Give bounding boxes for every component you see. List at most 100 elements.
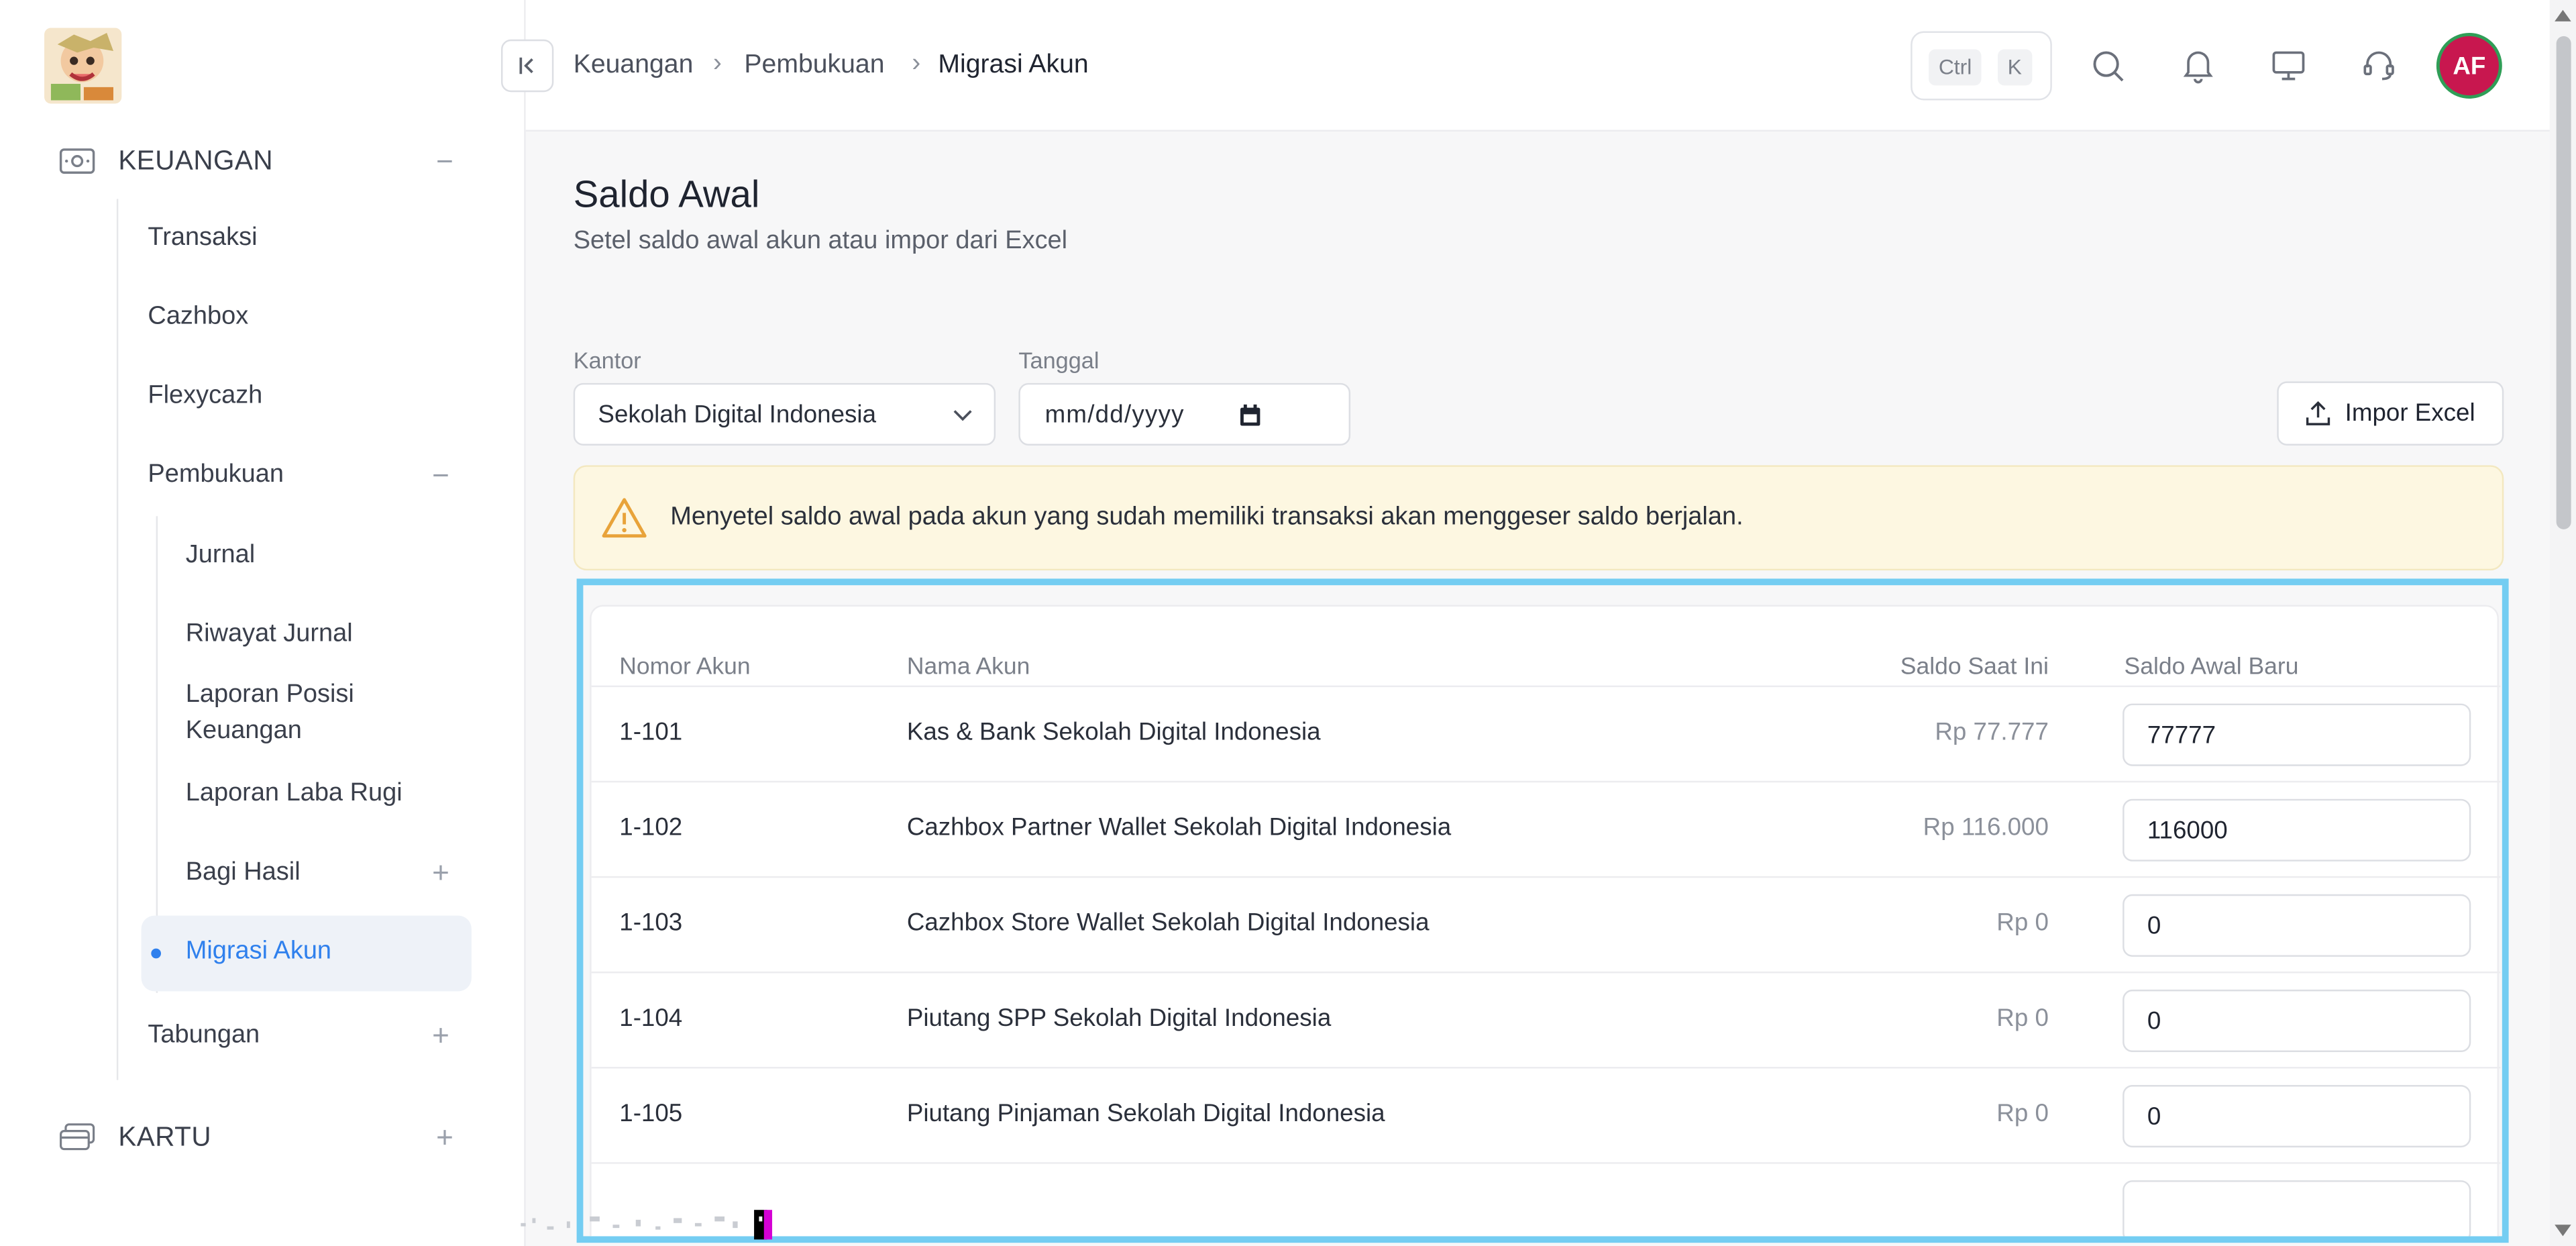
sidebar-item-cazhbox[interactable]: Cazhbox: [148, 296, 248, 339]
collapse-icon[interactable]: −: [436, 144, 453, 178]
accounts-table-highlight: Nomor Akun Nama Akun Saldo Saat Ini Sald…: [576, 578, 2509, 1243]
chevron-right-icon: ›: [912, 49, 921, 78]
import-excel-button[interactable]: Impor Excel: [2277, 381, 2504, 446]
sidebar-item-jurnal[interactable]: Jurnal: [186, 534, 255, 577]
app-window: KEUANGAN − Transaksi Cazhbox Flexycazh P…: [0, 0, 2576, 1246]
new-balance-input[interactable]: 77777: [2123, 703, 2471, 766]
bell-icon[interactable]: [2178, 46, 2218, 86]
account-name: Piutang SPP Sekolah Digital Indonesia: [906, 1004, 1332, 1033]
warning-alert: Menyetel saldo awal pada akun yang sudah…: [573, 465, 2504, 571]
new-balance-input[interactable]: 116000: [2123, 798, 2471, 862]
nav-group-keuangan[interactable]: KEUANGAN −: [59, 136, 470, 186]
calendar-icon[interactable]: [1239, 404, 1262, 434]
date-placeholder: mm/dd/yyyy: [1044, 400, 1185, 429]
expand-icon[interactable]: +: [432, 855, 449, 890]
sidebar-item-label: Cazhbox: [148, 302, 249, 331]
sidebar-item-label: Flexycazh: [148, 381, 263, 410]
chevron-down-icon: [951, 399, 974, 435]
sidebar-item-label: Transaksi: [148, 223, 258, 252]
kantor-label: Kantor: [573, 346, 641, 374]
headset-icon[interactable]: [2359, 46, 2399, 86]
account-number: 1-105: [619, 1100, 683, 1128]
new-balance-input[interactable]: 0: [2123, 894, 2471, 957]
sidebar-item-bagi-hasil[interactable]: Bagi Hasil +: [186, 851, 453, 894]
kbd-ctrl: Ctrl: [1929, 49, 1982, 86]
table-row: 1-104 Piutang SPP Sekolah Digital Indone…: [591, 971, 2501, 1067]
account-number: 1-103: [619, 908, 683, 937]
account-name: Piutang Pinjaman Sekolah Digital Indones…: [906, 1100, 1385, 1128]
accounts-table: Nomor Akun Nama Akun Saldo Saat Ini Sald…: [590, 605, 2501, 1237]
upload-icon: [2306, 401, 2331, 425]
page-scrollbar[interactable]: [2549, 0, 2576, 1246]
account-number: 1-101: [619, 718, 683, 747]
breadcrumb-pembukuan[interactable]: Pembukuan: [744, 51, 884, 81]
expand-icon[interactable]: +: [436, 1121, 453, 1155]
sidebar-item-label: Jurnal: [185, 541, 256, 569]
column-header-nomor: Nomor Akun: [619, 654, 751, 681]
kantor-value: Sekolah Digital Indonesia: [598, 400, 877, 429]
cards-icon: [59, 1119, 95, 1155]
page-title: Saldo Awal: [573, 172, 760, 215]
new-balance-input[interactable]: 0: [2123, 989, 2471, 1052]
table-row: 1-101 Kas & Bank Sekolah Digital Indones…: [591, 685, 2501, 781]
breadcrumb-current: Migrasi Akun: [938, 50, 1089, 79]
warning-text: Menyetel saldo awal pada akun yang sudah…: [670, 503, 1743, 531]
column-header-saldo: Saldo Saat Ini: [1900, 654, 2049, 681]
nav-group-label: KARTU: [118, 1122, 212, 1152]
current-balance: Rp 0: [1996, 908, 2049, 937]
current-balance: Rp 0: [1996, 1100, 2049, 1128]
account-name: Cazhbox Partner Wallet Sekolah Digital I…: [906, 813, 1452, 842]
sidebar-item-label: Laporan Posisi: [185, 680, 354, 709]
active-dot: [151, 948, 162, 959]
nav-group-label: KEUANGAN: [118, 145, 274, 175]
new-balance-value: 116000: [2147, 816, 2228, 845]
column-header-baru: Saldo Awal Baru: [2124, 654, 2299, 681]
current-balance: Rp 0: [1996, 1004, 2049, 1033]
new-balance-input[interactable]: [2123, 1180, 2471, 1237]
collapse-sidebar-button[interactable]: [500, 39, 554, 93]
command-palette-button[interactable]: Ctrl K: [1911, 31, 2052, 101]
sidebar-item-flexycazh[interactable]: Flexycazh: [148, 375, 262, 418]
search-icon[interactable]: [2088, 46, 2128, 86]
sidebar-item-laporan-posisi-keuangan[interactable]: Laporan Posisi Keuangan: [186, 677, 354, 749]
sidebar: KEUANGAN − Transaksi Cazhbox Flexycazh P…: [0, 0, 526, 1246]
collapse-icon[interactable]: −: [432, 458, 449, 492]
new-balance-value: 0: [2147, 911, 2161, 940]
page-subtitle: Setel saldo awal akun atau impor dari Ex…: [573, 227, 1068, 255]
sidebar-item-label: Riwayat Jurnal: [185, 619, 353, 648]
monitor-icon[interactable]: [2269, 46, 2308, 86]
sidebar-item-migrasi-akun[interactable]: Migrasi Akun: [141, 915, 472, 992]
collapse-left-icon: [519, 57, 533, 74]
import-excel-label: Impor Excel: [2345, 399, 2475, 427]
new-balance-value: 0: [2147, 1006, 2161, 1035]
sidebar-item-label: Tabungan: [148, 1021, 260, 1049]
expand-icon[interactable]: +: [432, 1019, 449, 1053]
account-number: 1-104: [619, 1004, 683, 1033]
nav-group-kartu[interactable]: KARTU +: [59, 1113, 470, 1163]
kantor-select[interactable]: Sekolah Digital Indonesia: [573, 382, 996, 446]
tanggal-date-input[interactable]: mm/dd/yyyy: [1018, 382, 1351, 446]
new-balance-input[interactable]: 0: [2123, 1085, 2471, 1148]
scrollbar-thumb[interactable]: [2556, 36, 2571, 529]
warning-icon: [602, 498, 647, 538]
wallet-icon: [59, 143, 95, 179]
scroll-up-arrow[interactable]: [2555, 9, 2571, 21]
sidebar-item-label: Keuangan: [185, 717, 302, 745]
app-logo[interactable]: [44, 28, 122, 104]
sidebar-item-label: Laporan Laba Rugi: [185, 779, 402, 807]
sidebar-item-label: Bagi Hasil: [185, 858, 301, 886]
table-row: [591, 1162, 2501, 1237]
sidebar-item-tabungan[interactable]: Tabungan +: [148, 1015, 453, 1057]
tree-line: [116, 199, 119, 1080]
table-row: 1-103 Cazhbox Store Wallet Sekolah Digit…: [591, 876, 2501, 972]
scroll-down-arrow[interactable]: [2555, 1225, 2571, 1237]
sidebar-item-riwayat-jurnal[interactable]: Riwayat Jurnal: [186, 613, 353, 656]
sidebar-item-laporan-laba-rugi[interactable]: Laporan Laba Rugi: [186, 773, 402, 816]
user-avatar[interactable]: AF: [2436, 33, 2502, 99]
breadcrumb-keuangan[interactable]: Keuangan: [574, 51, 694, 81]
sidebar-item-transaksi[interactable]: Transaksi: [148, 217, 257, 260]
chevron-right-icon: ›: [712, 49, 722, 78]
sidebar-item-pembukuan[interactable]: Pembukuan −: [148, 454, 453, 497]
tanggal-label: Tanggal: [1018, 346, 1099, 374]
current-balance: Rp 77.777: [1935, 718, 2049, 747]
